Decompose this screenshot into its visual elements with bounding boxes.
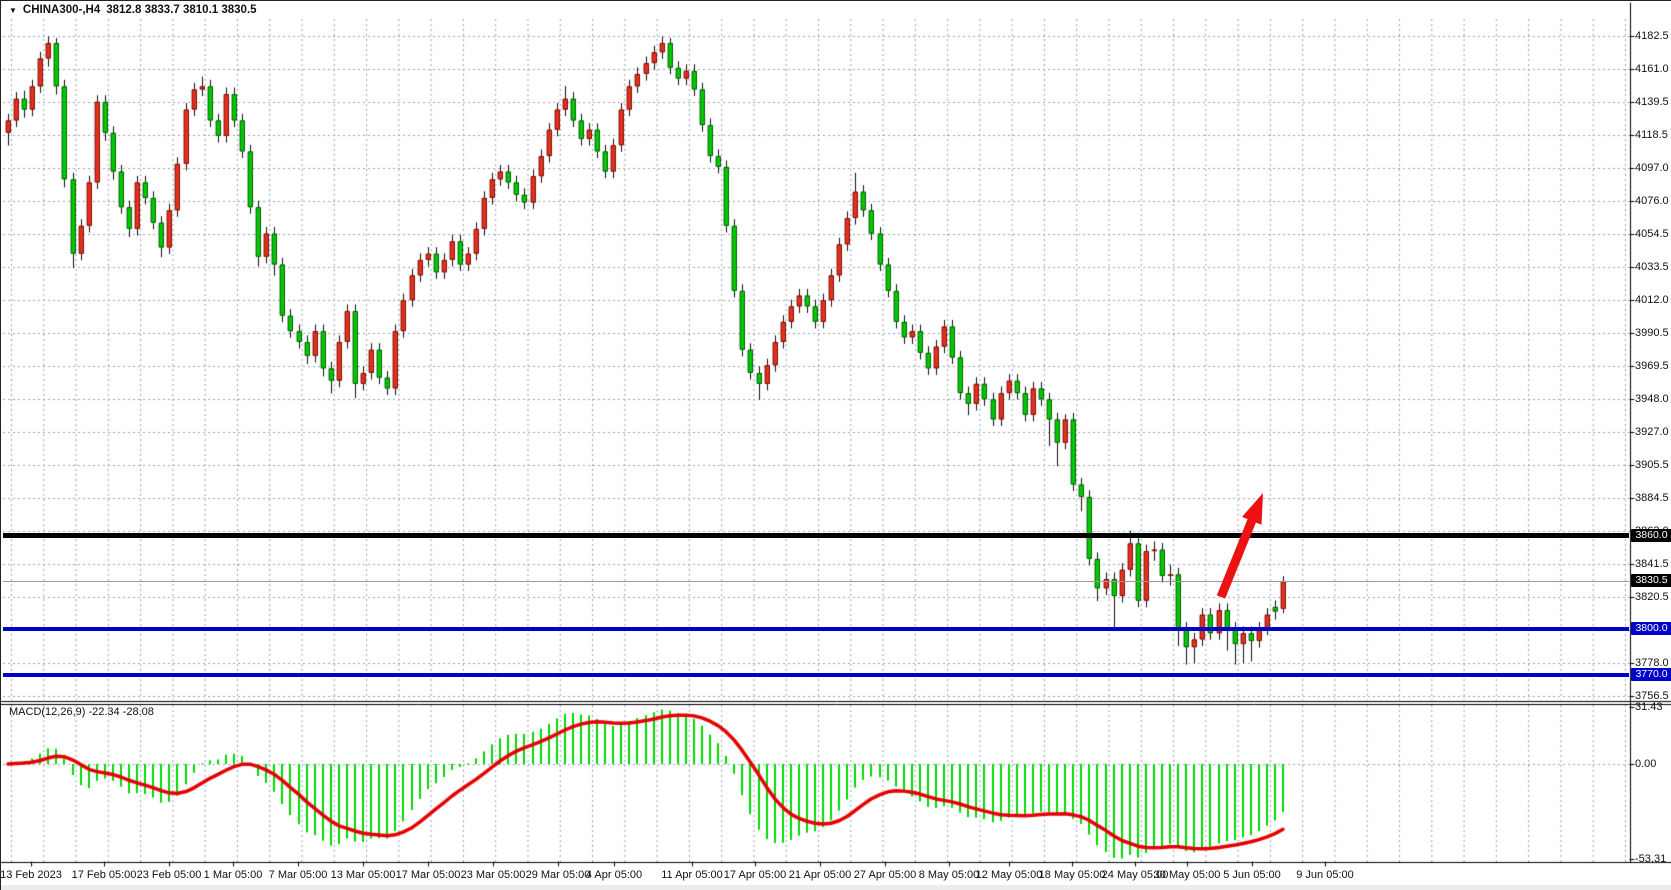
support-line-3800[interactable] bbox=[3, 627, 1629, 631]
price-tag-3770.0: 3770.0 bbox=[1631, 668, 1671, 681]
price-axis-label: 3948.0 bbox=[1635, 393, 1669, 405]
price-tag-3860.0: 3860.0 bbox=[1631, 529, 1671, 542]
price-axis-label: 3820.5 bbox=[1635, 591, 1669, 603]
current-price-tag: 3830.5 bbox=[1631, 574, 1671, 587]
time-axis-label: 9 Jun 05:00 bbox=[1280, 869, 1370, 881]
price-tag-3800.0: 3800.0 bbox=[1631, 622, 1671, 635]
price-axis-label: 4076.0 bbox=[1635, 195, 1669, 207]
price-axis-label: 4054.5 bbox=[1635, 228, 1669, 240]
ohlc-values: 3812.8 3833.7 3810.1 3830.5 bbox=[106, 4, 256, 16]
price-axis-label: 4161.0 bbox=[1635, 63, 1669, 75]
price-axis-label: 3841.5 bbox=[1635, 558, 1669, 570]
macd-axis-label: 31.43 bbox=[1635, 701, 1663, 713]
price-axis-label: 3905.5 bbox=[1635, 459, 1669, 471]
time-axis-label: 4 Apr 05:00 bbox=[569, 869, 659, 881]
price-chart-canvas[interactable] bbox=[1, 1, 1671, 890]
support-line-3770[interactable] bbox=[3, 673, 1629, 677]
price-axis-label: 3990.5 bbox=[1635, 327, 1669, 339]
symbol-period-label: CHINA300-,H4 bbox=[23, 4, 100, 16]
chevron-down-icon[interactable]: ▼ bbox=[9, 6, 17, 15]
macd-indicator-label: MACD(12,26,9) -22.34 -28.08 bbox=[9, 706, 154, 718]
price-axis-label: 3884.5 bbox=[1635, 492, 1669, 504]
macd-axis-label: 0.00 bbox=[1635, 758, 1656, 770]
price-axis-label: 4118.5 bbox=[1635, 129, 1668, 141]
price-axis-label: 4139.5 bbox=[1635, 96, 1669, 108]
price-axis-label: 3927.0 bbox=[1635, 426, 1669, 438]
macd-axis-label: -53.31 bbox=[1635, 853, 1666, 865]
resistance-line-3860[interactable] bbox=[3, 533, 1629, 538]
current-price-line bbox=[3, 581, 1629, 582]
trading-chart-window: ▼ CHINA300-,H4 3812.8 3833.7 3810.1 3830… bbox=[0, 0, 1671, 890]
price-axis-label: 4033.5 bbox=[1635, 261, 1669, 273]
price-axis-label: 4012.0 bbox=[1635, 294, 1669, 306]
bottom-margin-strip bbox=[1, 885, 1671, 890]
chart-title: ▼ CHINA300-,H4 3812.8 3833.7 3810.1 3830… bbox=[9, 4, 257, 16]
price-axis-label: 4182.5 bbox=[1635, 30, 1669, 42]
price-axis-label: 4097.0 bbox=[1635, 162, 1669, 174]
price-axis-label: 3969.5 bbox=[1635, 360, 1669, 372]
